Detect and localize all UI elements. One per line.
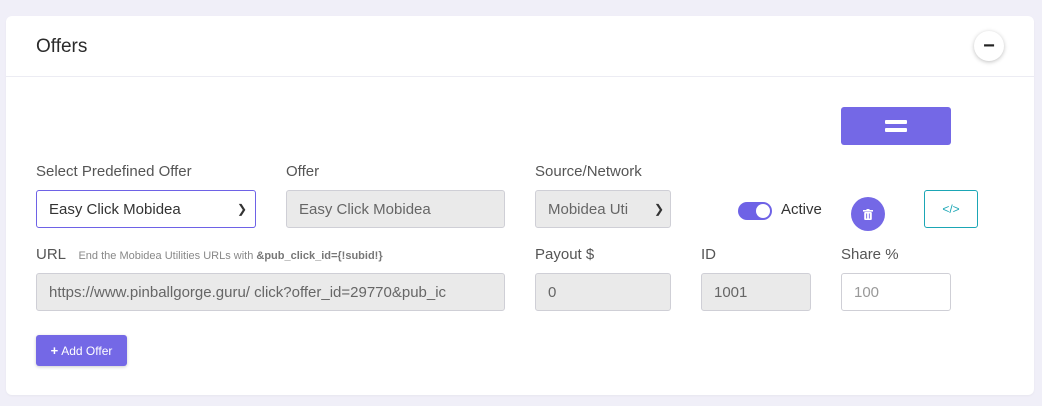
active-label: Active	[781, 201, 822, 218]
source-network-select[interactable]: Mobidea Uti ❯	[535, 190, 671, 228]
payout-input[interactable]: 0	[535, 273, 671, 311]
chevron-down-icon: ❯	[236, 202, 247, 216]
add-offer-label: Add Offer	[61, 343, 113, 358]
url-input[interactable]: https://www.pinballgorge.guru/ click?off…	[36, 273, 505, 311]
share-input[interactable]: 100	[841, 273, 951, 311]
offer-label: Offer	[286, 163, 320, 180]
reorder-handle-button[interactable]	[841, 107, 951, 145]
embed-code-button[interactable]: </>	[924, 190, 978, 228]
url-hint-code: &pub_click_id={!subid!}	[256, 250, 383, 262]
code-icon: </>	[942, 202, 960, 216]
chevron-down-icon: ❯	[653, 202, 664, 216]
id-label: ID	[701, 246, 716, 263]
offer-value: Easy Click Mobidea	[299, 200, 431, 218]
active-toggle[interactable]	[738, 202, 772, 220]
url-value: https://www.pinballgorge.guru/ click?off…	[49, 283, 447, 301]
equals-icon	[885, 120, 907, 132]
url-label-group: URL End the Mobidea Utilities URLs with …	[36, 246, 383, 264]
plus-icon: +	[50, 343, 59, 358]
predefined-offer-select[interactable]: Easy Click Mobidea ❯	[36, 190, 256, 228]
url-hint-text: End the Mobidea Utilities URLs with	[78, 250, 257, 262]
id-value: 1001	[714, 283, 748, 301]
id-input[interactable]: 1001	[701, 273, 811, 311]
predefined-offer-value: Easy Click Mobidea	[49, 200, 181, 218]
predefined-offer-label: Select Predefined Offer	[36, 163, 192, 180]
url-hint: End the Mobidea Utilities URLs with &pub…	[78, 250, 382, 262]
add-offer-button[interactable]: + Add Offer	[36, 335, 127, 366]
delete-offer-button[interactable]	[851, 197, 885, 231]
share-label: Share %	[841, 246, 899, 263]
source-network-value: Mobidea Uti	[548, 200, 629, 218]
trash-icon	[863, 208, 873, 220]
offers-card: Offers − Select Predefined Offer Offer S…	[6, 16, 1034, 395]
card-title: Offers	[36, 36, 88, 57]
toggle-knob	[756, 204, 770, 218]
url-label: URL	[36, 246, 67, 263]
share-placeholder: 100	[854, 283, 880, 301]
collapse-button[interactable]: −	[974, 31, 1004, 61]
minus-icon: −	[983, 35, 995, 57]
card-header: Offers −	[6, 16, 1034, 77]
source-network-label: Source/Network	[535, 163, 642, 180]
payout-label: Payout $	[535, 246, 595, 263]
payout-value: 0	[548, 283, 557, 301]
offer-input[interactable]: Easy Click Mobidea	[286, 190, 505, 228]
